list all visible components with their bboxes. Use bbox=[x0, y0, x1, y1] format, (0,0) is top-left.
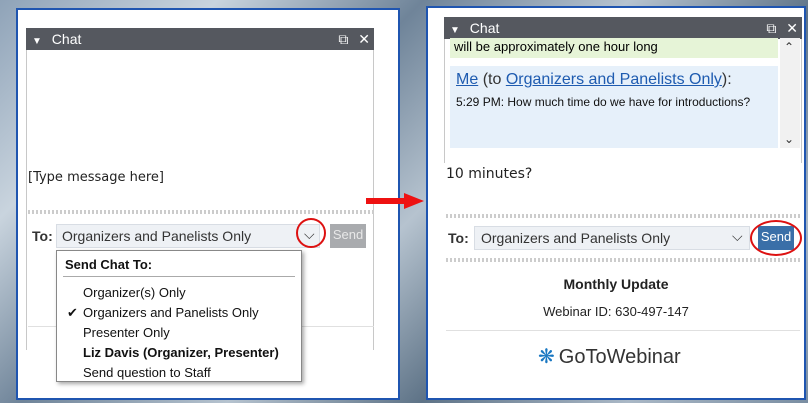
separator bbox=[446, 258, 800, 262]
arrow-right-icon bbox=[366, 193, 424, 209]
highlight-circle bbox=[750, 220, 802, 256]
popout-icon[interactable]: ⧉ bbox=[766, 20, 776, 36]
webinar-title: Monthly Update bbox=[563, 276, 669, 292]
chat-titlebar: ▼ Chat ⧉ ✕ bbox=[444, 17, 802, 39]
dropdown-item-organizers-panelists[interactable]: ✔ Organizers and Panelists Only bbox=[57, 303, 301, 323]
chat-window-left: ▼ Chat ⧉ ✕ [Type message here] To: Organ… bbox=[16, 8, 400, 400]
to-label: To: bbox=[448, 230, 469, 246]
popout-icon[interactable]: ⧉ bbox=[338, 31, 348, 47]
scroll-up-icon[interactable]: ⌃ bbox=[784, 40, 794, 54]
dropdown-header: Send Chat To: bbox=[63, 251, 295, 277]
message-sender-line: Me (to Organizers and Panelists Only): bbox=[456, 71, 732, 88]
splitter[interactable] bbox=[446, 214, 800, 218]
send-button-disabled[interactable]: Send bbox=[330, 224, 366, 248]
dropdown-item-liz-davis[interactable]: Liz Davis (Organizer, Presenter) bbox=[57, 343, 301, 363]
chat-title: Chat bbox=[51, 31, 82, 47]
previous-message: will be approximately one hour long bbox=[450, 38, 778, 58]
highlight-circle bbox=[296, 218, 326, 248]
divider bbox=[446, 330, 800, 331]
message-text: 5:29 PM: How much time do we have for in… bbox=[456, 95, 751, 109]
recipient-link[interactable]: Organizers and Panelists Only bbox=[506, 71, 722, 88]
recipient-select[interactable]: Organizers and Panelists Only bbox=[56, 224, 320, 248]
webinar-id: Webinar ID: 630-497-147 bbox=[543, 304, 689, 319]
recipient-dropdown-menu: Send Chat To: Organizer(s) Only ✔ Organiz… bbox=[56, 250, 302, 382]
message-input[interactable]: [Type message here] bbox=[28, 170, 164, 185]
chat-window-right: ▼ Chat ⧉ ✕ will be approximately one hou… bbox=[426, 6, 806, 400]
gotowebinar-logo-icon: ❋ bbox=[538, 346, 555, 368]
splitter[interactable] bbox=[28, 210, 374, 214]
collapse-triangle-icon[interactable]: ▼ bbox=[32, 36, 42, 47]
close-icon[interactable]: ✕ bbox=[786, 20, 798, 36]
dropdown-item-send-question-staff[interactable]: Send question to Staff bbox=[57, 363, 301, 383]
chat-message: Me (to Organizers and Panelists Only): 5… bbox=[450, 66, 778, 148]
scrollbar[interactable]: ⌃ ⌄ bbox=[780, 38, 800, 148]
checkmark-icon: ✔ bbox=[67, 305, 78, 320]
dropdown-item-presenter-only[interactable]: Presenter Only bbox=[57, 323, 301, 343]
chat-title: Chat bbox=[469, 20, 500, 36]
to-label: To: bbox=[32, 228, 53, 244]
sender-link[interactable]: Me bbox=[456, 71, 478, 88]
collapse-triangle-icon[interactable]: ▼ bbox=[450, 25, 460, 36]
chat-titlebar: ▼ Chat ⧉ ✕ bbox=[26, 28, 374, 50]
chevron-down-icon[interactable]: ⌵ bbox=[732, 228, 743, 245]
message-input[interactable]: 10 minutes? bbox=[446, 166, 532, 182]
gotowebinar-logo: ❋ GoToWebinar bbox=[538, 346, 681, 368]
scroll-down-icon[interactable]: ⌄ bbox=[784, 132, 794, 146]
recipient-select[interactable]: Organizers and Panelists Only bbox=[474, 226, 750, 250]
dropdown-item-organizers-only[interactable]: Organizer(s) Only bbox=[57, 283, 301, 303]
close-icon[interactable]: ✕ bbox=[358, 31, 370, 47]
